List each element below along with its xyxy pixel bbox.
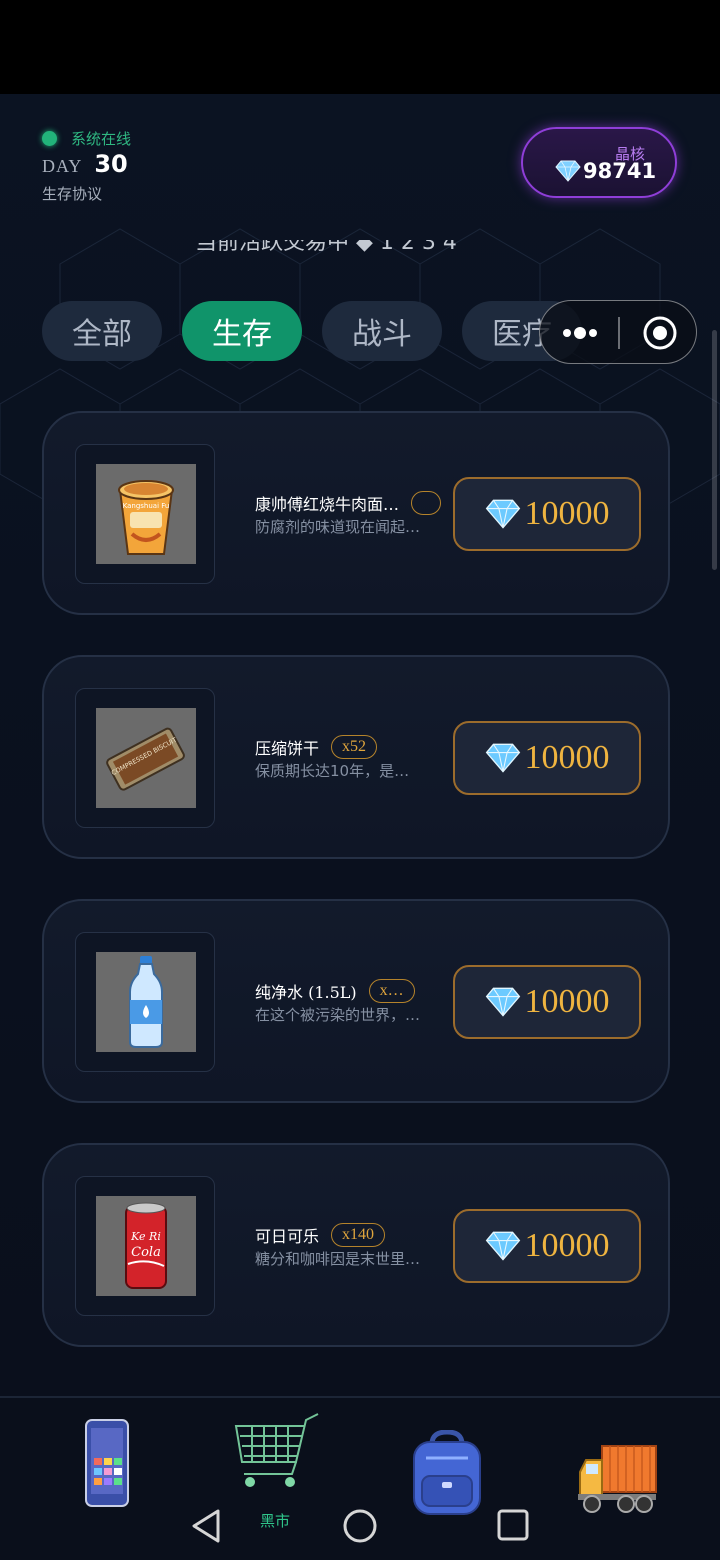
- item-name: 纯净水 (1.5L) x…: [255, 979, 415, 1003]
- product-card[interactable]: Ke Ri Cola 可日可乐 x140 糖分和咖啡因是末世里… 10000: [42, 1143, 670, 1347]
- product-thumbnail-frame: COMPRESSED BISCUIT: [75, 688, 215, 828]
- scrollbar[interactable]: [712, 330, 717, 570]
- recent-apps-icon[interactable]: [496, 1508, 530, 1542]
- online-status-text: 系统在线: [71, 130, 132, 148]
- diamond-icon: [485, 1231, 520, 1261]
- close-target-icon[interactable]: [642, 315, 678, 351]
- tab-survival[interactable]: 生存: [182, 301, 302, 361]
- quantity-badge: x…: [368, 979, 415, 1003]
- item-description: 防腐剂的味道现在闻起…: [255, 518, 421, 536]
- buy-button[interactable]: 10000: [453, 477, 641, 551]
- product-thumbnail-frame: Ke Ri Cola: [75, 1176, 215, 1316]
- item-name: 康帅傅红烧牛肉面…: [255, 491, 442, 515]
- tab-all[interactable]: 全部: [42, 301, 162, 361]
- cola-brand-line1: Ke Ri: [130, 1230, 161, 1243]
- bottom-navigation: 黑市: [0, 1396, 720, 1560]
- quantity-badge: x52: [331, 735, 378, 759]
- buy-button[interactable]: 10000: [453, 1209, 641, 1283]
- product-card[interactable]: 纯净水 (1.5L) x… 在这个被污染的世界，… 10000: [42, 899, 670, 1103]
- item-name-text: 康帅傅红烧牛肉面…: [255, 495, 400, 514]
- cola-brand-line2: Cola: [131, 1245, 161, 1260]
- status-bar: [0, 0, 720, 94]
- system-status: 系统在线: [42, 128, 131, 149]
- price-value: 10000: [524, 739, 610, 776]
- diamond-icon: [485, 987, 520, 1017]
- online-indicator-icon: [42, 131, 57, 146]
- quantity-badge: x140: [331, 1223, 386, 1247]
- diamond-icon: [485, 743, 520, 773]
- day-label: DAY: [42, 156, 83, 176]
- ticker-text: 当前活跃交易中 ◆ 1 2 3 4: [195, 240, 457, 255]
- product-card[interactable]: COMPRESSED BISCUIT 压缩饼干 x52 保质期长达10年，是… …: [42, 655, 670, 859]
- noodle-brand-text: Kangshuai Fu: [123, 502, 170, 510]
- product-thumbnail-frame: Kangshuai Fu: [75, 444, 215, 584]
- item-description: 糖分和咖啡因是末世里…: [255, 1250, 421, 1268]
- crystal-value: 98741: [583, 159, 657, 183]
- miniprogram-capsule: [539, 300, 697, 364]
- home-icon[interactable]: [342, 1508, 378, 1544]
- backpack-icon[interactable]: [408, 1430, 486, 1516]
- item-description: 保质期长达10年，是…: [255, 762, 410, 780]
- phone-icon[interactable]: [84, 1418, 130, 1508]
- item-description: 在这个被污染的世界，…: [255, 1006, 421, 1024]
- instant-noodle-icon: Kangshuai Fu: [96, 464, 196, 564]
- water-bottle-icon: [96, 952, 196, 1052]
- back-icon[interactable]: [190, 1508, 222, 1544]
- item-name: 可日可乐 x140: [255, 1223, 386, 1247]
- price-value: 10000: [524, 983, 610, 1020]
- protocol-label: 生存协议: [42, 185, 103, 203]
- item-name-text: 压缩饼干: [255, 739, 320, 758]
- item-name: 压缩饼干 x52: [255, 735, 378, 759]
- crystal-balance-badge[interactable]: 晶核 98741: [521, 127, 677, 198]
- item-name-text: 纯净水 (1.5L): [255, 983, 357, 1002]
- shopping-cart-icon[interactable]: [232, 1412, 320, 1494]
- quantity-badge: [411, 491, 442, 515]
- delivery-truck-icon[interactable]: [576, 1442, 658, 1514]
- buy-button[interactable]: 10000: [453, 721, 641, 795]
- diamond-icon: [555, 160, 581, 182]
- product-thumbnail-frame: [75, 932, 215, 1072]
- price-value: 10000: [524, 1227, 610, 1264]
- day-number: 30: [94, 150, 128, 178]
- price-value: 10000: [524, 495, 610, 532]
- category-tabs: 全部 生存 战斗 医疗: [42, 301, 582, 361]
- app-screen: 系统在线 DAY 30 生存协议 晶核 98741 当前活跃交易中 ◆ 1 2 …: [0, 94, 720, 1396]
- nav-label-black-market: 黑市: [260, 1512, 291, 1530]
- item-name-text: 可日可乐: [255, 1227, 320, 1246]
- diamond-icon: [485, 499, 520, 529]
- more-options-icon[interactable]: [560, 319, 600, 347]
- scrolling-ticker: 当前活跃交易中 ◆ 1 2 3 4: [195, 240, 525, 258]
- product-card[interactable]: Kangshuai Fu 康帅傅红烧牛肉面… 防腐剂的味道现在闻起… 10000: [42, 411, 670, 615]
- cola-can-icon: Ke Ri Cola: [96, 1196, 196, 1296]
- buy-button[interactable]: 10000: [453, 965, 641, 1039]
- day-counter: DAY 30: [42, 150, 128, 178]
- biscuit-icon: COMPRESSED BISCUIT: [96, 708, 196, 808]
- capsule-divider: [618, 317, 620, 349]
- tab-combat[interactable]: 战斗: [322, 301, 442, 361]
